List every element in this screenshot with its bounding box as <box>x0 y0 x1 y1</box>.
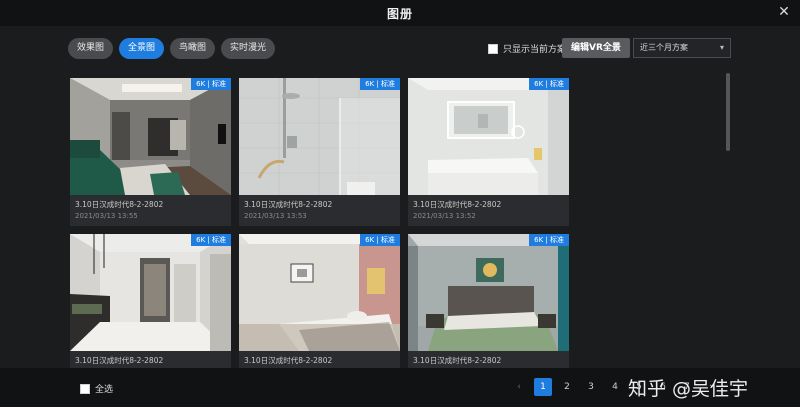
select-all-control[interactable]: 全选 <box>80 382 113 395</box>
panorama-thumbnail: 6K | 标准 <box>239 234 400 351</box>
panorama-card[interactable]: 6K | 标准 3.10日汉成时代8-2-2802 <box>239 234 400 368</box>
card-title: 3.10日汉成时代8-2-2802 <box>413 356 502 365</box>
panorama-thumbnail: 6K | 标准 <box>239 78 400 195</box>
select-all-label: 全选 <box>95 385 114 395</box>
card-title: 3.10日汉成时代8-2-2802 <box>75 200 164 209</box>
select-all-checkbox[interactable] <box>80 383 90 394</box>
window-title: 图册 <box>386 6 413 21</box>
resolution-badge: 6K | 标准 <box>360 234 400 246</box>
card-date: 2021/03/13 13:55 <box>75 212 138 220</box>
panorama-grid: 6K | 标准 3.10日汉成时代8-2-2802 2021/03/13 13:… <box>70 78 570 368</box>
tab-realtime-light[interactable]: 实时漫光 <box>221 38 276 59</box>
card-title: 3.10日汉成时代8-2-2802 <box>413 200 502 209</box>
time-range-select[interactable]: 近三个月方案 ▾ <box>633 38 731 58</box>
page-3[interactable]: 3 <box>582 378 600 396</box>
panorama-thumbnail: 6K | 标准 <box>408 78 569 195</box>
resolution-badge: 6K | 标准 <box>191 234 231 246</box>
card-date: 2021/03/13 13:52 <box>413 212 476 220</box>
chevron-down-icon: ▾ <box>719 43 724 52</box>
close-icon[interactable]: ✕ <box>776 4 792 20</box>
prev-page-icon[interactable]: ‹ <box>510 378 528 396</box>
only-current-label: 只显示当前方案 <box>503 45 567 55</box>
resolution-badge: 6K | 标准 <box>529 78 569 90</box>
card-title: 3.10日汉成时代8-2-2802 <box>244 200 333 209</box>
panorama-thumbnail: 6K | 标准 <box>70 78 231 195</box>
gallery-window: 图册 ✕ 效果图 全景图 鸟瞰图 实时漫光 只显示当前方案 编辑VR全景 近三个… <box>0 0 800 407</box>
panorama-card[interactable]: 6K | 标准 3.10日汉成时代8-2-2802 2021/03/13 13:… <box>70 78 231 226</box>
edit-vr-button[interactable]: 编辑VR全景 <box>562 38 630 58</box>
toolbar: 效果图 全景图 鸟瞰图 实时漫光 只显示当前方案 编辑VR全景 近三个月方案 ▾ <box>68 38 732 60</box>
resolution-badge: 6K | 标准 <box>529 234 569 246</box>
vertical-scrollbar[interactable] <box>726 73 730 151</box>
panorama-card[interactable]: 6K | 标准 3.10日汉成时代8-2-2802 <box>70 234 231 368</box>
panorama-thumbnail: 6K | 标准 <box>408 234 569 351</box>
page-2[interactable]: 2 <box>558 378 576 396</box>
page-1[interactable]: 1 <box>534 378 552 396</box>
tab-panoramas[interactable]: 全景图 <box>119 38 165 59</box>
panorama-card[interactable]: 6K | 标准 3.10日汉成时代8-2-2802 2021/03/13 13:… <box>239 78 400 226</box>
tab-renderings[interactable]: 效果图 <box>68 38 114 59</box>
card-title: 3.10日汉成时代8-2-2802 <box>75 356 164 365</box>
panorama-thumbnail: 6K | 标准 <box>70 234 231 351</box>
resolution-badge: 6K | 标准 <box>360 78 400 90</box>
card-date: 2021/03/13 13:53 <box>244 212 307 220</box>
only-current-filter[interactable]: 只显示当前方案 <box>488 42 566 55</box>
time-range-value: 近三个月方案 <box>640 43 688 52</box>
page-4[interactable]: 4 <box>606 378 624 396</box>
watermark: 知乎 @吴佳宇 <box>628 378 749 400</box>
card-title: 3.10日汉成时代8-2-2802 <box>244 356 333 365</box>
view-tabs: 效果图 全景图 鸟瞰图 实时漫光 <box>68 38 276 59</box>
title-bar: 图册 ✕ <box>0 0 800 26</box>
tab-aerial[interactable]: 鸟瞰图 <box>170 38 216 59</box>
panorama-card[interactable]: 6K | 标准 3.10日汉成时代8-2-2802 <box>408 234 569 368</box>
panorama-card[interactable]: 6K | 标准 3.10日汉成时代8-2-2802 2021/03/13 13:… <box>408 78 569 226</box>
only-current-checkbox[interactable] <box>488 43 498 54</box>
resolution-badge: 6K | 标准 <box>191 78 231 90</box>
footer-bar: 全选 ‹ 1 2 3 4 5 6 7 › 知乎 @吴佳宇 <box>0 368 800 407</box>
